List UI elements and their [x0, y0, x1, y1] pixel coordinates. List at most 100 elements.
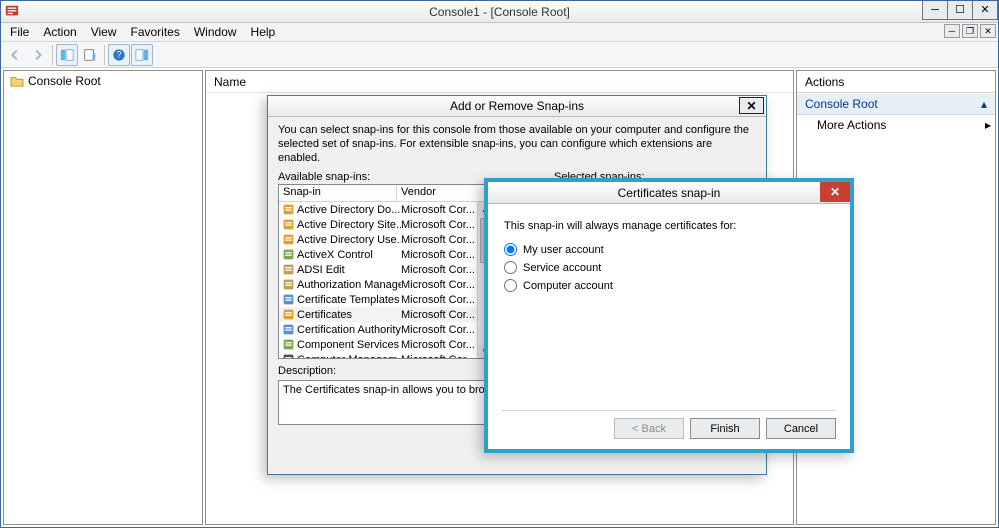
dialog-close-button[interactable]: ✕ [739, 97, 764, 114]
cancel-button[interactable]: Cancel [766, 418, 836, 439]
snapin-vendor: Microsoft Cor... [401, 249, 475, 261]
snapin-icon [281, 248, 295, 262]
actions-header: Actions [797, 71, 995, 93]
snapin-row[interactable]: Component ServicesMicrosoft Cor... [279, 337, 492, 352]
column-header-name[interactable]: Name [206, 71, 793, 93]
minimize-button[interactable]: ─ [922, 1, 948, 20]
tree-pane: Console Root [3, 70, 203, 525]
snapin-vendor: Microsoft Cor... [401, 354, 475, 360]
maximize-button[interactable]: ☐ [947, 1, 973, 20]
snapin-row[interactable]: Active Directory Do...Microsoft Cor... [279, 202, 492, 217]
forward-button[interactable] [27, 44, 49, 66]
snapin-icon [281, 203, 295, 217]
radio-label-user: My user account [523, 244, 604, 256]
snapin-name: Certification Authority [297, 324, 401, 336]
snapin-name: ADSI Edit [297, 264, 401, 276]
radio-input-service[interactable] [504, 261, 517, 274]
titlebar: Console1 - [Console Root] ─ ☐ ✕ [1, 1, 998, 23]
chevron-right-icon: ▸ [985, 118, 991, 132]
snapin-icon [281, 218, 295, 232]
show-hide-tree-button[interactable] [56, 44, 78, 66]
snapin-name: ActiveX Control [297, 249, 401, 261]
snapin-vendor: Microsoft Cor... [401, 324, 475, 336]
snapin-row[interactable]: Certification AuthorityMicrosoft Cor... [279, 322, 492, 337]
dialog-title: Add or Remove Snap-ins [450, 99, 584, 113]
snapin-vendor: Microsoft Cor... [401, 294, 475, 306]
snapin-icon [281, 308, 295, 322]
snapin-row[interactable]: Computer Managem...Microsoft Cor... [279, 352, 492, 359]
radio-input-computer[interactable] [504, 279, 517, 292]
window-title: Console1 - [Console Root] [429, 5, 570, 19]
snapin-row[interactable]: Active Directory Site...Microsoft Cor... [279, 217, 492, 232]
actions-group-title[interactable]: Console Root ▴ [797, 93, 995, 115]
snapin-row[interactable]: ActiveX ControlMicrosoft Cor... [279, 247, 492, 262]
cert-dialog-prompt: This snap-in will always manage certific… [504, 220, 834, 232]
available-label: Available snap-ins: [278, 171, 493, 183]
export-list-button[interactable] [79, 44, 101, 66]
snapin-row[interactable]: Authorization ManagerMicrosoft Cor... [279, 277, 492, 292]
snapin-vendor: Microsoft Cor... [401, 234, 475, 246]
more-actions-item[interactable]: More Actions ▸ [797, 115, 995, 135]
cert-dialog-close-button[interactable]: ✕ [820, 182, 850, 202]
col-snapin[interactable]: Snap-in [279, 185, 397, 201]
snapin-icon [281, 293, 295, 307]
toolbar: ? [1, 42, 998, 68]
mdi-minimize-button[interactable]: ─ [944, 24, 960, 38]
folder-icon [10, 75, 24, 87]
snapin-row[interactable]: CertificatesMicrosoft Cor... [279, 307, 492, 322]
snapin-icon [281, 338, 295, 352]
snapin-icon [281, 278, 295, 292]
dialog-titlebar: Add or Remove Snap-ins ✕ [268, 96, 766, 117]
radio-label-service: Service account [523, 262, 601, 274]
menu-window[interactable]: Window [187, 23, 244, 41]
snapin-vendor: Microsoft Cor... [401, 204, 475, 216]
snapin-vendor: Microsoft Cor... [401, 264, 475, 276]
menu-file[interactable]: File [3, 23, 36, 41]
svg-text:?: ? [117, 49, 122, 59]
snapin-name: Authorization Manager [297, 279, 401, 291]
collapse-icon: ▴ [981, 97, 987, 111]
snapin-row[interactable]: ADSI EditMicrosoft Cor... [279, 262, 492, 277]
snapin-vendor: Microsoft Cor... [401, 279, 475, 291]
snapin-name: Active Directory Use... [297, 234, 401, 246]
menubar: File Action View Favorites Window Help ─… [1, 23, 998, 42]
close-button[interactable]: ✕ [972, 1, 998, 20]
snapin-vendor: Microsoft Cor... [401, 339, 475, 351]
snapin-icon [281, 263, 295, 277]
snapin-row[interactable]: Active Directory Use...Microsoft Cor... [279, 232, 492, 247]
back-wizard-button[interactable]: < Back [614, 418, 684, 439]
more-actions-label: More Actions [817, 118, 886, 132]
menu-favorites[interactable]: Favorites [124, 23, 187, 41]
snapin-vendor: Microsoft Cor... [401, 219, 475, 231]
mmc-window: Console1 - [Console Root] ─ ☐ ✕ File Act… [0, 0, 999, 528]
radio-label-computer: Computer account [523, 280, 613, 292]
finish-button[interactable]: Finish [690, 418, 760, 439]
radio-service-account[interactable]: Service account [504, 261, 834, 274]
snapin-row[interactable]: Certificate TemplatesMicrosoft Cor... [279, 292, 492, 307]
snapin-name: Certificates [297, 309, 401, 321]
tree-root-item[interactable]: Console Root [6, 73, 200, 89]
menu-view[interactable]: View [84, 23, 124, 41]
snapin-icon [281, 323, 295, 337]
snapin-icon [281, 233, 295, 247]
snapin-name: Active Directory Do... [297, 204, 401, 216]
radio-computer-account[interactable]: Computer account [504, 279, 834, 292]
snapin-vendor: Microsoft Cor... [401, 309, 475, 321]
radio-my-user-account[interactable]: My user account [504, 243, 834, 256]
available-snapins-list[interactable]: Snap-in Vendor Active Directory Do...Mic… [278, 184, 493, 359]
back-button[interactable] [4, 44, 26, 66]
certificates-snapin-dialog: Certificates snap-in ✕ This snap-in will… [484, 178, 854, 453]
mdi-close-button[interactable]: ✕ [980, 24, 996, 38]
mdi-restore-button[interactable]: ❐ [962, 24, 978, 38]
cert-dialog-titlebar: Certificates snap-in ✕ [488, 182, 850, 204]
radio-input-user[interactable] [504, 243, 517, 256]
snapin-name: Active Directory Site... [297, 219, 401, 231]
show-hide-action-pane-button[interactable] [131, 44, 153, 66]
col-vendor[interactable]: Vendor [397, 185, 492, 201]
menu-action[interactable]: Action [36, 23, 83, 41]
menu-help[interactable]: Help [244, 23, 283, 41]
help-button[interactable]: ? [108, 44, 130, 66]
snapin-name: Component Services [297, 339, 401, 351]
snapin-icon [281, 353, 295, 360]
tree-root-label: Console Root [28, 74, 101, 88]
